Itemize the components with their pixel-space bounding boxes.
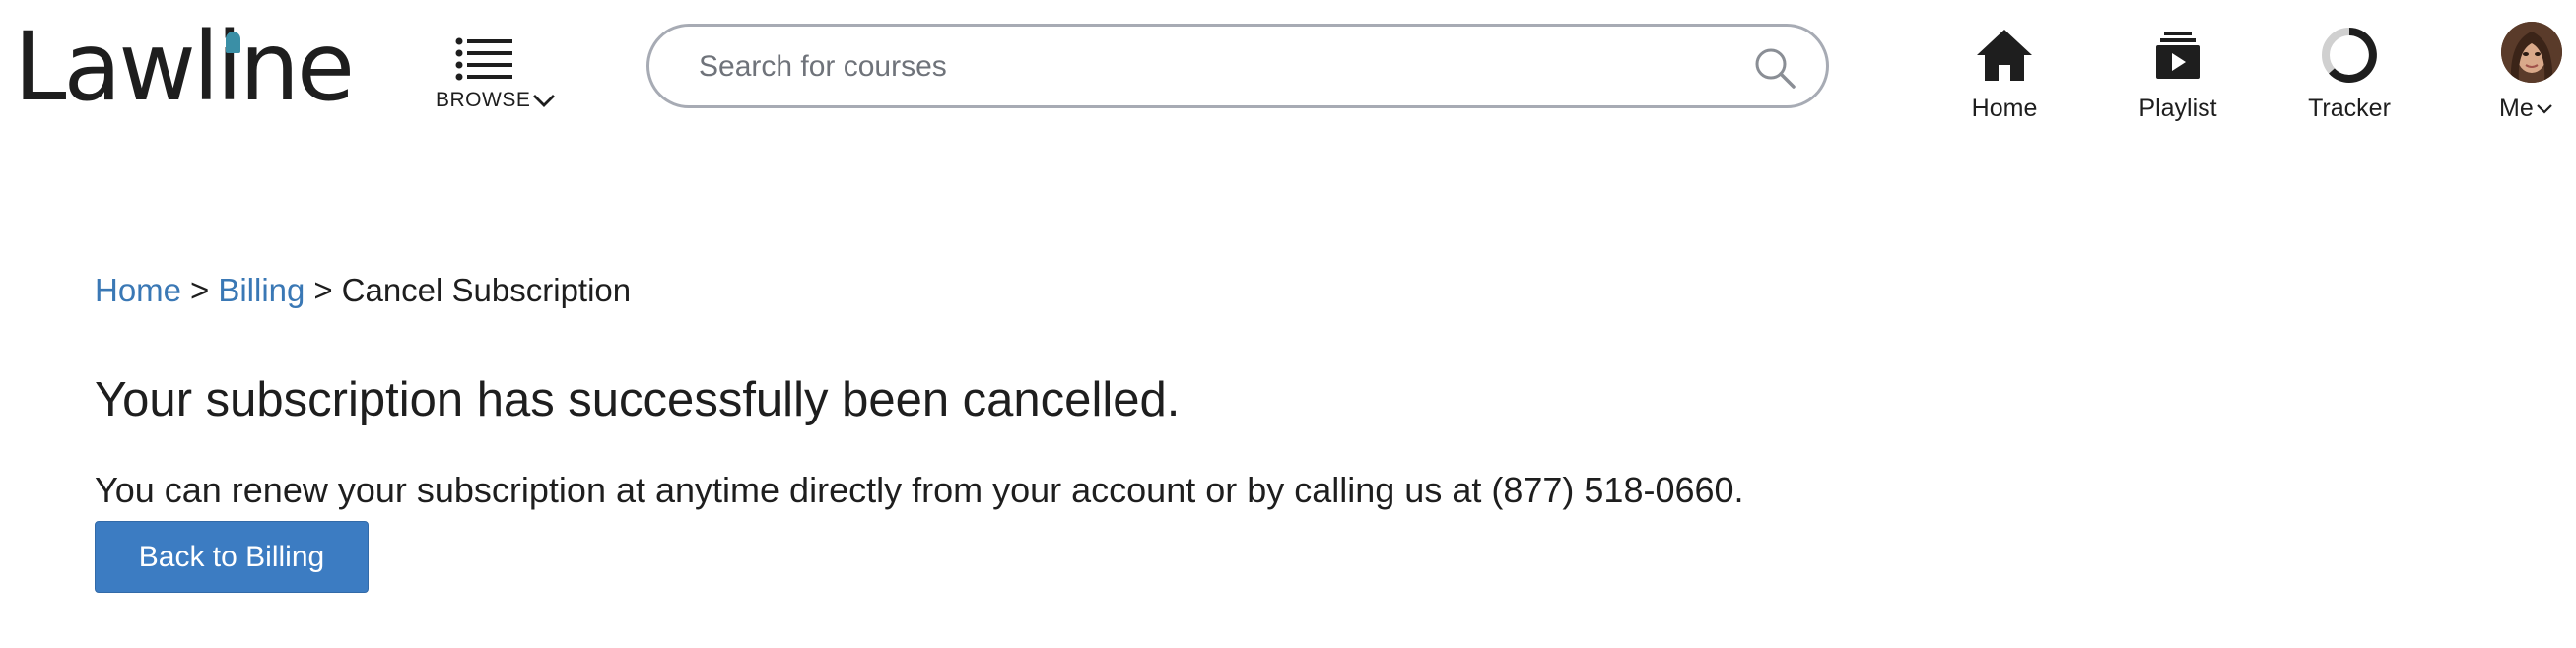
lawline-logo[interactable]: Lawline	[14, 8, 355, 126]
breadcrumb-separator: >	[190, 272, 210, 308]
renewal-message: You can renew your subscription at anyti…	[95, 470, 1744, 510]
nav-tracker[interactable]: Tracker	[2304, 26, 2395, 124]
nav-home[interactable]: Home	[1961, 26, 2048, 124]
tracker-icon	[2322, 28, 2377, 83]
home-icon	[1977, 30, 2032, 81]
logo-text: Lawline	[14, 12, 355, 122]
logo-accent	[226, 32, 240, 53]
me-label: Me	[2499, 95, 2534, 122]
breadcrumb-home-link[interactable]: Home	[95, 272, 181, 308]
search-input[interactable]	[697, 44, 1686, 90]
chevron-down-icon	[2536, 104, 2552, 114]
me-menu[interactable]: Me	[2499, 95, 2553, 123]
breadcrumb: Home > Billing > Cancel Subscription	[95, 272, 631, 309]
page-title: Your subscription has successfully been …	[95, 373, 1181, 426]
back-to-billing-button[interactable]: Back to Billing	[95, 521, 369, 593]
chevron-down-icon	[533, 95, 555, 107]
browse-menu-button[interactable]: BROWSE	[434, 37, 562, 116]
search-icon[interactable]	[1753, 46, 1796, 90]
nav-playlist-label: Playlist	[2138, 95, 2217, 122]
nav-playlist[interactable]: Playlist	[2133, 26, 2223, 124]
list-icon	[455, 37, 512, 81]
top-header: Lawline BROWSE Home	[0, 0, 2576, 138]
nav-tracker-label: Tracker	[2308, 95, 2391, 122]
breadcrumb-current: Cancel Subscription	[341, 272, 632, 308]
avatar[interactable]	[2501, 22, 2562, 83]
avatar-image	[2501, 22, 2562, 83]
nav-home-label: Home	[1971, 95, 2038, 122]
search-bar	[646, 24, 1829, 108]
breadcrumb-billing-link[interactable]: Billing	[218, 272, 305, 308]
breadcrumb-separator: >	[313, 272, 333, 308]
browse-label: BROWSE	[436, 89, 531, 111]
playlist-icon	[2156, 32, 2200, 79]
